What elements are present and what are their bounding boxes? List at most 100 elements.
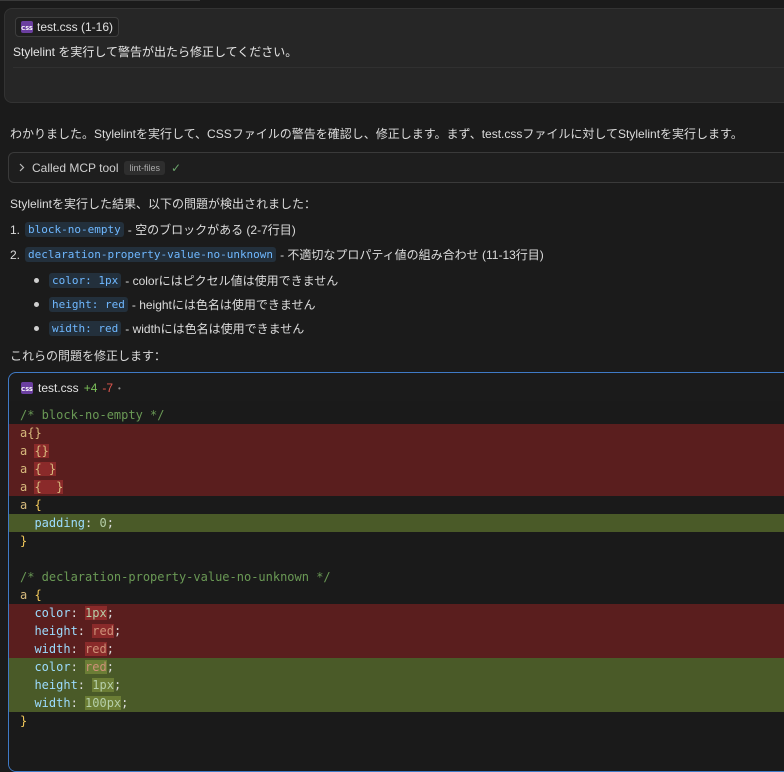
assistant-intro: わかりました。Stylelintを実行して、CSSファイルの警告を確認し、修正し… [10, 127, 743, 141]
code-text: : [70, 696, 86, 710]
code-text: : [70, 606, 86, 620]
code-line: a { [9, 496, 784, 514]
code-text: ; [113, 624, 122, 638]
code-text: red [85, 642, 107, 656]
code-text: ; [106, 642, 114, 656]
list-desc: - 空のブロックがある (2-7行目) [127, 223, 296, 237]
code-text: width [20, 696, 71, 710]
mcp-tool-call[interactable]: Called MCP tool lint-files ✓ [8, 152, 784, 183]
css-file-icon: CSS [21, 21, 33, 33]
code-text: a [20, 480, 35, 494]
code-text: {} [34, 444, 49, 458]
rule-code: block-no-empty [25, 222, 124, 237]
code-text: a [20, 462, 35, 476]
inline-code: height: red [49, 297, 128, 312]
inline-code: width: red [49, 321, 122, 336]
code-text: height [20, 624, 78, 638]
code-text: height [20, 678, 78, 692]
code-line-added: width: 100px; [9, 694, 784, 712]
file-chip-label: test.css (1-16) [37, 20, 114, 34]
code-area[interactable]: /* block-no-empty */ a{} a {} a { } a { … [9, 401, 784, 771]
code-text: a [20, 444, 35, 458]
mcp-tool-tag: lint-files [124, 160, 165, 175]
comment: /* block-no-empty */ [20, 408, 165, 422]
code-text: 1px [85, 606, 107, 620]
code-diff-editor[interactable]: CSS test.css +4 -7 • /* block-no-empty *… [8, 372, 784, 772]
fix-heading: これらの問題を修正します： [10, 349, 167, 363]
code-line-added: padding: 0; [9, 514, 784, 532]
code-text: ; [106, 516, 114, 530]
list-item: 2. declaration-property-value-no-unknown… [10, 246, 544, 263]
inline-code: color: 1px [49, 273, 122, 288]
code-text: : [70, 642, 86, 656]
code-line: a { [9, 586, 784, 604]
lines-removed-count: -7 [102, 381, 114, 395]
code-line: /* declaration-property-value-no-unknown… [9, 568, 784, 586]
code-text: red [85, 660, 107, 674]
list-number: 1. [10, 222, 21, 237]
code-line-added: color: red; [9, 658, 784, 676]
prompt-divider [13, 67, 784, 68]
code-line-added: height: 1px; [9, 676, 784, 694]
css-file-icon: CSS [21, 382, 33, 394]
code-text: color [20, 660, 71, 674]
rule-code: declaration-property-value-no-unknown [25, 247, 277, 262]
user-prompt-card: CSS test.css (1-16) Stylelint を実行して警告が出た… [4, 8, 784, 103]
code-text: { [34, 588, 42, 602]
code-line-deleted: a { } [9, 460, 784, 478]
code-text: padding [20, 516, 86, 530]
editor-filename[interactable]: test.css [38, 381, 79, 395]
code-text: a [20, 498, 35, 512]
code-text: { [34, 498, 42, 512]
code-text: color [20, 606, 71, 620]
code-line-deleted: a{} [9, 424, 784, 442]
editor-header: CSS test.css +4 -7 • [21, 381, 121, 395]
bullet-item: width: red - widthには色名は使用できません [34, 320, 304, 337]
code-text: ; [121, 696, 129, 710]
bullet-desc: - widthには色名は使用できません [125, 322, 305, 336]
list-desc: - 不適切なプロパティ値の組み合わせ (11-13行目) [280, 248, 544, 262]
code-line: } [9, 532, 784, 550]
chevron-right-icon[interactable] [17, 163, 26, 172]
code-text: 100px [85, 696, 122, 710]
code-text: width [20, 642, 71, 656]
code-line-deleted: a {} [9, 442, 784, 460]
bullet-item: color: 1px - colorにはピクセル値は使用できません [34, 272, 338, 289]
unsaved-dot-icon: • [118, 383, 121, 393]
code-line-deleted: height: red; [9, 622, 784, 640]
file-context-chip[interactable]: CSS test.css (1-16) [15, 17, 120, 37]
code-line-deleted: a { } [9, 478, 784, 496]
code-line-deleted: color: 1px; [9, 604, 784, 622]
top-divider [0, 0, 200, 1]
bullet-desc: - colorにはピクセル値は使用できません [125, 274, 339, 288]
mcp-label: Called MCP tool [32, 160, 119, 175]
bullet-dot [34, 326, 39, 331]
bullet-desc: - heightには色名は使用できません [131, 298, 316, 312]
code-text: } [20, 534, 28, 548]
bullet-dot [34, 278, 39, 283]
code-line-deleted: width: red; [9, 640, 784, 658]
code-text: a [20, 588, 35, 602]
code-text: { } [34, 462, 57, 476]
result-heading: Stylelintを実行した結果、以下の問題が検出されました： [10, 197, 317, 211]
check-icon: ✓ [171, 160, 182, 175]
prompt-text: Stylelint を実行して警告が出たら修正してください。 [13, 45, 298, 59]
list-number: 2. [10, 247, 21, 262]
code-text: ; [113, 678, 122, 692]
code-text: 1px [92, 678, 114, 692]
bullet-dot [34, 302, 39, 307]
code-text: } [20, 714, 28, 728]
code-line: /* block-no-empty */ [9, 406, 784, 424]
code-text: 0 [99, 516, 107, 530]
code-text: : [77, 678, 93, 692]
bullet-item: height: red - heightには色名は使用できません [34, 296, 316, 313]
code-text: : [85, 516, 100, 530]
list-item: 1. block-no-empty - 空のブロックがある (2-7行目) [10, 221, 296, 238]
lines-added-count: +4 [83, 381, 98, 395]
code-text: ; [106, 660, 114, 674]
code-text: { } [34, 480, 64, 494]
code-text: : [70, 660, 86, 674]
code-text: red [92, 624, 114, 638]
code-text: : [77, 624, 93, 638]
code-line: } [9, 712, 784, 730]
